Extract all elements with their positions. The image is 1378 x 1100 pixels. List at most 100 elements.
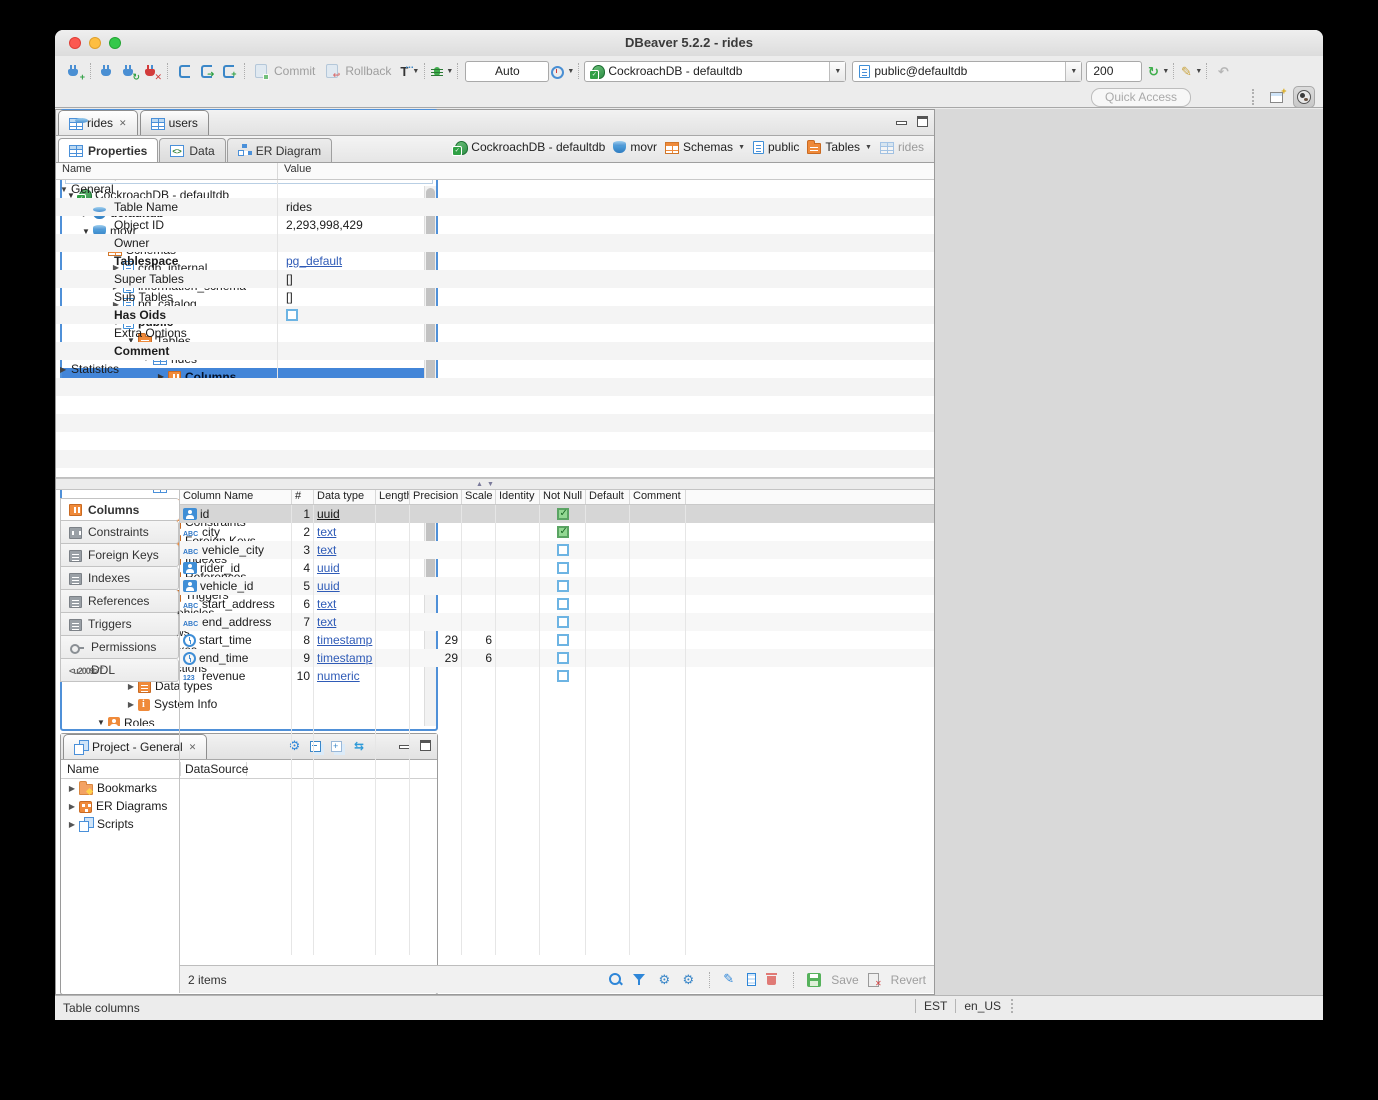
- pane-splitter[interactable]: ▲▼: [56, 478, 934, 490]
- new-sql-editor-button[interactable]: +: [217, 60, 239, 82]
- column-header-value[interactable]: Value: [278, 163, 934, 179]
- save-button[interactable]: Save: [831, 973, 858, 987]
- property-row-statistics[interactable]: ▶Statistics: [56, 360, 934, 378]
- data-type-link[interactable]: text: [317, 543, 336, 557]
- tab-properties[interactable]: Properties: [58, 138, 158, 162]
- schema-combo-dropdown[interactable]: ▼: [1065, 62, 1081, 81]
- breadcrumb-database[interactable]: movr: [613, 140, 657, 154]
- tab-er-diagram[interactable]: ER Diagram: [227, 138, 332, 162]
- connect-button[interactable]: [96, 60, 118, 82]
- not-null-checkbox[interactable]: [557, 670, 569, 682]
- locale-indicator[interactable]: en_US: [964, 999, 1001, 1013]
- gear-sync-icon[interactable]: ⚙: [680, 972, 696, 987]
- expander-icon[interactable]: ▶: [60, 365, 69, 374]
- side-tab-triggers[interactable]: Triggers: [60, 613, 179, 636]
- property-row-super-tables[interactable]: Super Tables[]: [56, 270, 934, 288]
- has-oids-checkbox[interactable]: [286, 309, 298, 321]
- timezone-indicator[interactable]: EST: [924, 999, 947, 1013]
- minimize-view-icon[interactable]: [896, 121, 907, 125]
- side-tab-permissions[interactable]: Permissions: [60, 636, 179, 659]
- connection-combo[interactable]: CockroachDB - defaultdb ▼: [584, 61, 846, 82]
- side-tab-ddl[interactable]: DDL: [60, 659, 179, 682]
- property-row-sub-tables[interactable]: Sub Tables[]: [56, 288, 934, 306]
- not-null-checkbox[interactable]: [557, 616, 569, 628]
- editor-tab-rides[interactable]: rides ✕: [58, 110, 138, 135]
- data-type-link[interactable]: numeric: [317, 669, 360, 683]
- rows-view-icon[interactable]: [747, 973, 756, 986]
- property-row-general[interactable]: ▼General: [56, 180, 934, 198]
- header-data-type[interactable]: Data type: [314, 490, 376, 504]
- header-scale[interactable]: Scale: [462, 490, 496, 504]
- not-null-checkbox[interactable]: [557, 580, 569, 592]
- transaction-log-button[interactable]: ▼: [551, 60, 573, 82]
- column-row-start-time[interactable]: start_time 8 timestamp 29 6: [180, 631, 934, 649]
- data-type-link[interactable]: timestamp: [317, 633, 372, 647]
- rename-button[interactable]: ✎▼: [1179, 60, 1201, 82]
- side-tab-indexes[interactable]: Indexes: [60, 567, 179, 590]
- header-not-null[interactable]: Not Null: [540, 490, 586, 504]
- delete-icon[interactable]: [764, 972, 780, 987]
- header-column-name[interactable]: Column Name: [180, 490, 292, 504]
- column-row-rider-id[interactable]: rider_id 4 uuid: [180, 559, 934, 577]
- revert-icon[interactable]: [867, 973, 881, 987]
- debug-button[interactable]: ▼: [430, 60, 452, 82]
- transaction-mode-button[interactable]: T▼: [397, 60, 419, 82]
- property-row-has-oids[interactable]: Has Oids: [56, 306, 934, 324]
- column-row-revenue[interactable]: revenue 10 numeric: [180, 667, 934, 685]
- data-type-link[interactable]: uuid: [317, 561, 340, 575]
- search-icon[interactable]: [608, 972, 624, 987]
- property-row-comment[interactable]: Comment: [56, 342, 934, 360]
- sql-editor-button[interactable]: [173, 60, 195, 82]
- header-precision[interactable]: Precision: [410, 490, 462, 504]
- column-row-vehicle-id[interactable]: vehicle_id 5 uuid: [180, 577, 934, 595]
- header-length[interactable]: Length: [376, 490, 410, 504]
- revert-button[interactable]: Revert: [891, 973, 926, 987]
- refresh-button[interactable]: ↻▼: [1146, 60, 1168, 82]
- quick-access-button[interactable]: Quick Access: [1091, 88, 1191, 107]
- side-tab-references[interactable]: References: [60, 590, 179, 613]
- column-row-vehicle-city[interactable]: vehicle_city 3 text: [180, 541, 934, 559]
- side-tab-foreign-keys[interactable]: Foreign Keys: [60, 544, 179, 567]
- property-row-table-name[interactable]: Table Namerides: [56, 198, 934, 216]
- fetch-size-input[interactable]: 200: [1086, 61, 1142, 82]
- tab-data[interactable]: Data: [159, 138, 225, 162]
- not-null-checkbox[interactable]: [557, 544, 569, 556]
- open-sql-console-button[interactable]: ➜: [195, 60, 217, 82]
- header-comment[interactable]: Comment: [630, 490, 686, 504]
- breadcrumb-tables[interactable]: Tables▼: [807, 140, 872, 154]
- commit-button[interactable]: [250, 60, 272, 82]
- data-type-link[interactable]: timestamp: [317, 651, 372, 665]
- column-row-id[interactable]: id 1 uuid: [180, 505, 934, 523]
- column-row-start-address[interactable]: start_address 6 text: [180, 595, 934, 613]
- breadcrumb-schemas[interactable]: Schemas▼: [665, 140, 745, 154]
- header-num[interactable]: #: [292, 490, 314, 504]
- dbeaver-perspective-button[interactable]: [1293, 86, 1315, 108]
- header-identity[interactable]: Identity: [496, 490, 540, 504]
- property-row-owner[interactable]: Owner: [56, 234, 934, 252]
- expander-icon[interactable]: ▼: [60, 185, 69, 194]
- close-icon[interactable]: ✕: [119, 118, 127, 129]
- editor-tab-users[interactable]: users: [140, 110, 209, 135]
- rollback-button[interactable]: ↩: [321, 60, 343, 82]
- column-row-end-address[interactable]: end_address 7 text: [180, 613, 934, 631]
- gear-icon[interactable]: ⚙: [656, 972, 672, 987]
- property-row-extra-options[interactable]: Extra Options: [56, 324, 934, 342]
- data-type-link[interactable]: text: [317, 525, 336, 539]
- not-null-checkbox[interactable]: [557, 508, 569, 520]
- disconnect-button[interactable]: ✕: [140, 60, 162, 82]
- reconnect-button[interactable]: ↻: [118, 60, 140, 82]
- not-null-checkbox[interactable]: [557, 526, 569, 538]
- property-row-tablespace[interactable]: Tablespacepg_default: [56, 252, 934, 270]
- not-null-checkbox[interactable]: [557, 634, 569, 646]
- edit-icon[interactable]: ✎: [723, 972, 739, 987]
- new-connection-button[interactable]: +: [63, 60, 85, 82]
- not-null-checkbox[interactable]: [557, 562, 569, 574]
- column-header-name[interactable]: Name: [56, 163, 278, 179]
- data-type-link[interactable]: text: [317, 597, 336, 611]
- header-default[interactable]: Default: [586, 490, 630, 504]
- breadcrumb-connection[interactable]: CockroachDB - defaultdb: [454, 140, 605, 154]
- not-null-checkbox[interactable]: [557, 598, 569, 610]
- tablespace-link[interactable]: pg_default: [286, 254, 342, 268]
- breadcrumb-schema[interactable]: public: [753, 140, 799, 154]
- property-row-object-id[interactable]: Object ID2,293,998,429: [56, 216, 934, 234]
